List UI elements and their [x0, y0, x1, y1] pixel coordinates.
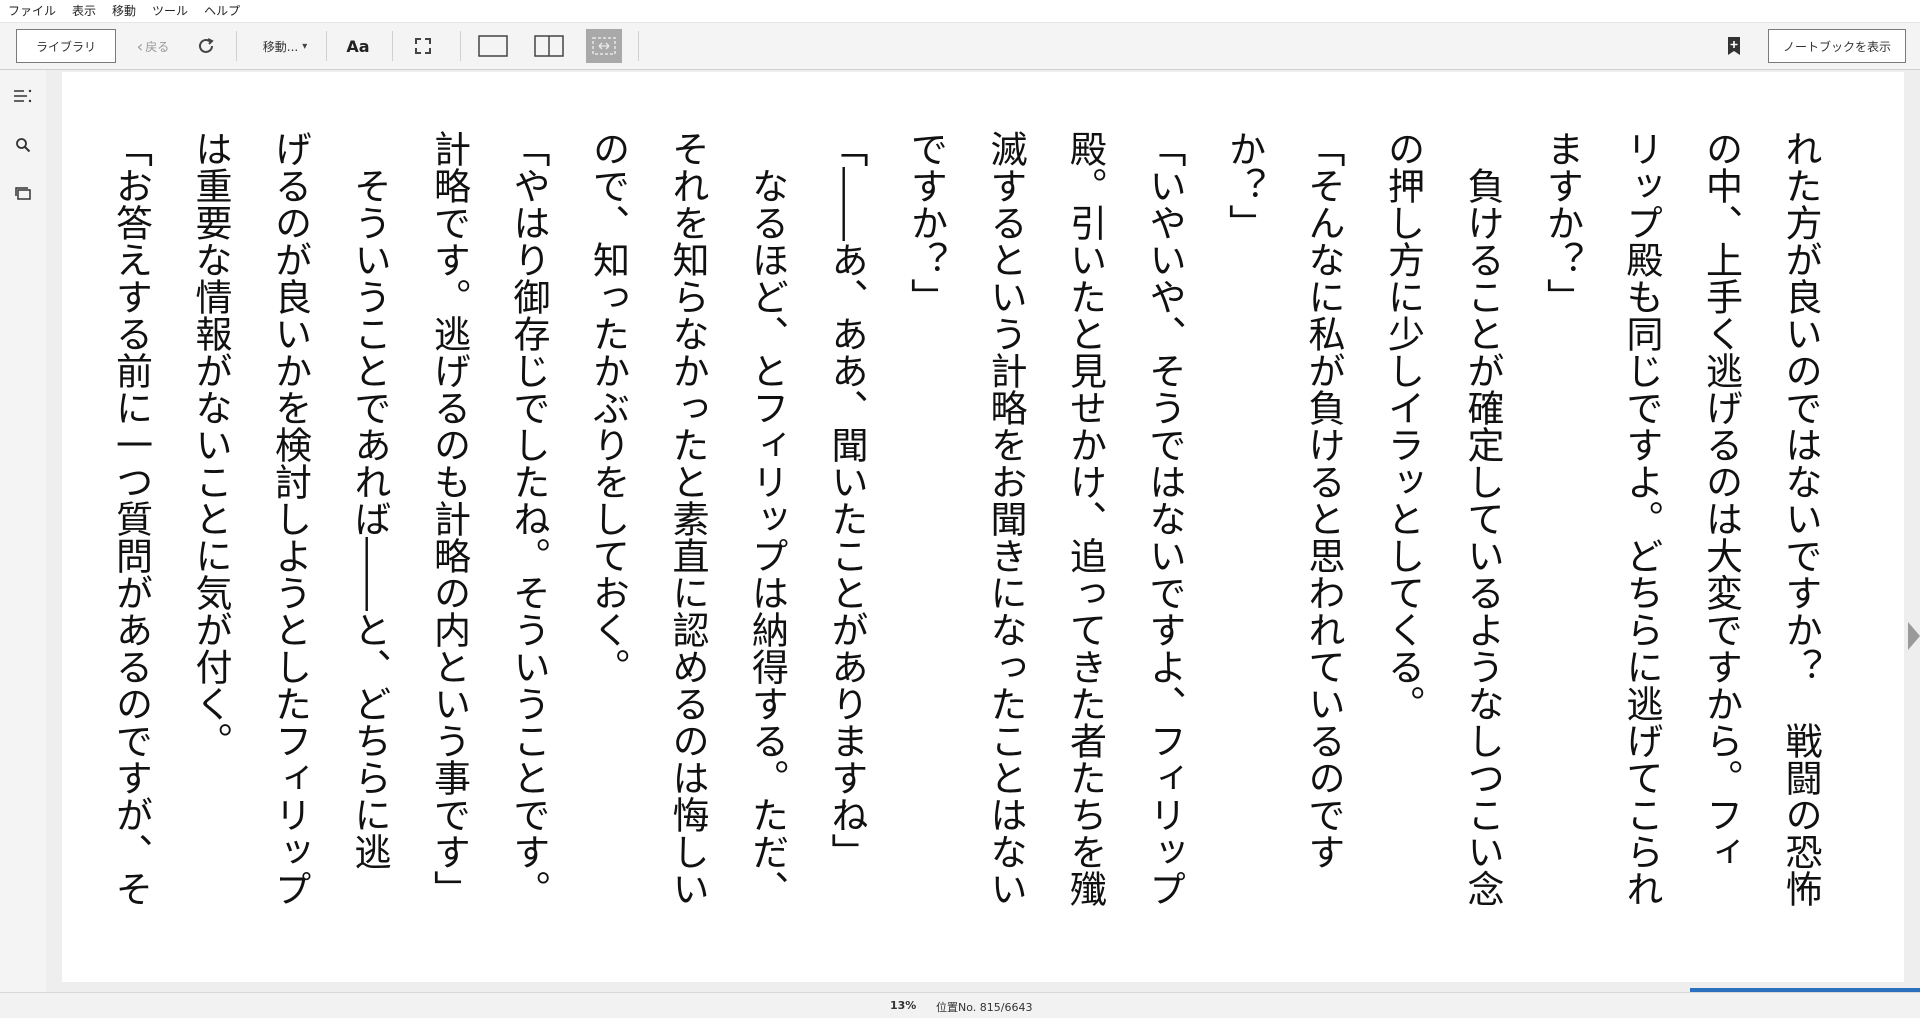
- text-line: は重要な情報がないことに気が付く。: [189, 130, 232, 759]
- menu-file[interactable]: ファイル: [0, 0, 64, 22]
- toolbar-divider: [638, 31, 639, 61]
- text-line: 殿。引いたと見せかけ、追ってきた者たちを殲: [1063, 130, 1107, 907]
- notebook-label: ノートブックを表示: [1782, 39, 1891, 54]
- menu-go[interactable]: 移動: [104, 0, 144, 22]
- text-line: 滅するという計略をお聞きになったことはない: [984, 130, 1027, 907]
- text-line: 負けることが確定しているようなしつこい念: [1461, 130, 1504, 907]
- toolbar-divider: [392, 31, 393, 61]
- page-text: れた方が良いのではないですか？ 戦闘の恐怖 の中、上手く逃げるのは大変ですから。…: [91, 130, 1840, 950]
- single-page-button[interactable]: [476, 29, 510, 63]
- fullscreen-button[interactable]: [408, 29, 438, 63]
- sync-button[interactable]: [192, 29, 220, 63]
- refresh-icon: [199, 38, 214, 53]
- text-line: そういうことであれば――と、どちらに逃: [348, 130, 391, 870]
- menu-bar: ファイル 表示 移動 ツール ヘルプ: [0, 0, 1920, 23]
- status-bar: 13% 位置No. 815/6643: [0, 992, 1920, 1018]
- table-of-contents-icon: [14, 89, 32, 103]
- toolbar-divider: [460, 31, 461, 61]
- text-line: ますか？」: [1540, 130, 1584, 315]
- text-line: 「お答えする前に一つ質問があるのですが、そ: [109, 130, 153, 907]
- two-page-button[interactable]: [532, 29, 566, 63]
- fit-page-icon: [592, 37, 616, 55]
- reading-area: れた方が良いのではないですか？ 戦闘の恐怖 の中、上手く逃げるのは大変ですから。…: [46, 70, 1920, 992]
- text-line: 「いやいや、そうではないですよ、フィリップ: [1143, 130, 1186, 907]
- font-settings-button[interactable]: Aa: [340, 29, 376, 63]
- text-line: げるのが良いかを検討しようとしたフィリップ: [268, 130, 312, 907]
- cards-icon: [15, 187, 31, 200]
- library-button[interactable]: ライブラリ: [16, 29, 116, 63]
- menu-tools[interactable]: ツール: [144, 0, 196, 22]
- text-line: 「やはり御存じでしたね。そういうことです。: [507, 130, 550, 907]
- text-line: ですか？」: [904, 130, 948, 315]
- menu-view[interactable]: 表示: [64, 0, 104, 22]
- text-line: リップ殿も同じですよ。どちらに逃げてこられ: [1620, 130, 1663, 907]
- flashcards-button[interactable]: [10, 180, 36, 206]
- single-page-icon: [478, 35, 508, 57]
- add-bookmark-button[interactable]: [1722, 29, 1746, 63]
- goto-menu[interactable]: 移動... ▾: [250, 29, 320, 63]
- show-notebook-button[interactable]: ノートブックを表示: [1768, 29, 1906, 63]
- chevron-down-icon: ▾: [302, 40, 308, 52]
- goto-label: 移動...: [262, 39, 299, 54]
- book-page[interactable]: れた方が良いのではないですか？ 戦闘の恐怖 の中、上手く逃げるのは大変ですから。…: [62, 72, 1904, 982]
- text-line: ので、知ったかぶりをしておく。: [586, 130, 630, 685]
- text-line: 計略です。逃げるのも計略の内という事です」: [427, 130, 471, 907]
- menu-help[interactable]: ヘルプ: [196, 0, 248, 22]
- text-line: 「――あ、ああ、聞いたことがありますね」: [825, 130, 868, 870]
- fullscreen-icon: [415, 38, 431, 54]
- left-rail: [0, 70, 46, 992]
- text-line: 「そんなに私が負けると思われているのです: [1302, 130, 1345, 870]
- progress-percent: 13%: [890, 999, 917, 1012]
- next-page-arrow-icon[interactable]: [1908, 622, 1920, 650]
- back-label: 戻る: [145, 39, 170, 54]
- toolbar-divider: [236, 31, 237, 61]
- toolbar-divider: [326, 31, 327, 61]
- back-button[interactable]: ‹ 戻る: [128, 29, 178, 63]
- text-line: の中、上手く逃げるのは大変ですから。フィ: [1699, 130, 1743, 870]
- bookmark-add-icon: [1728, 37, 1740, 55]
- text-line: なるほど、とフィリップは納得する。ただ、: [745, 130, 789, 907]
- two-page-icon: [534, 35, 564, 57]
- text-line: か？」: [1222, 130, 1266, 241]
- location-number: 位置No. 815/6643: [936, 1001, 1033, 1014]
- toc-button[interactable]: [10, 84, 36, 110]
- text-line: れた方が良いのではないですか？ 戦闘の恐怖: [1779, 130, 1822, 907]
- text-line: の押し方に少しイラッとしてくる。: [1381, 130, 1425, 722]
- search-button[interactable]: [10, 132, 36, 158]
- chevron-left-icon: ‹: [136, 36, 144, 56]
- library-label: ライブラリ: [35, 39, 96, 54]
- fit-page-button[interactable]: [586, 29, 622, 63]
- text-line: それを知らなかったと素直に認めるのは悔しい: [666, 130, 709, 907]
- toolbar: ライブラリ ‹ 戻る 移動... ▾ Aa ノートブックを表示: [0, 23, 1920, 70]
- font-icon: Aa: [346, 36, 370, 56]
- search-icon: [16, 138, 31, 153]
